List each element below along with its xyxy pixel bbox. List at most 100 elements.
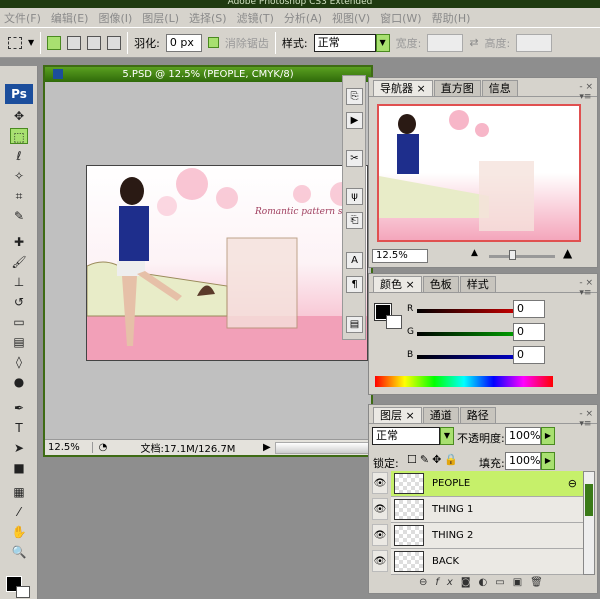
b-input[interactable]: 0	[513, 346, 545, 364]
tab-histogram[interactable]: 直方图	[433, 80, 481, 96]
pen-tool-icon[interactable]: ✒	[10, 400, 28, 416]
fill-input[interactable]: 100%	[505, 452, 541, 470]
panel-menu-icon[interactable]: - × ▾≡	[579, 409, 593, 429]
menu-file[interactable]: 文件(F)	[4, 10, 41, 26]
paragraph-icon[interactable]: ¶	[346, 276, 363, 293]
play-arrow-icon[interactable]: ▶	[263, 442, 275, 453]
marquee-preset-icon[interactable]	[8, 36, 22, 49]
feather-input[interactable]: 0 px	[165, 33, 202, 52]
r-input[interactable]: 0	[513, 300, 545, 318]
status-menu-icon[interactable]: ◔	[93, 442, 113, 453]
hand-tool-icon[interactable]: ✋	[10, 524, 28, 540]
intersect-selection-icon[interactable]	[107, 35, 122, 50]
layer-row-thing2[interactable]: THING 2	[391, 523, 587, 549]
gradient-tool-icon[interactable]: ▤	[10, 334, 28, 350]
zoom-tool-icon[interactable]: 🔍	[10, 544, 28, 560]
preset-dropdown-icon[interactable]: ▼	[28, 38, 34, 47]
clone-source-icon[interactable]: ⎗	[346, 212, 363, 229]
tab-styles[interactable]: 样式	[459, 276, 496, 292]
eyedropper-icon[interactable]: ⁄	[10, 504, 28, 520]
brushes-icon[interactable]: ψ	[346, 188, 363, 205]
subtract-selection-icon[interactable]	[87, 35, 102, 50]
path-select-icon[interactable]: ➤	[10, 440, 28, 456]
tab-channels[interactable]: 通道	[422, 407, 459, 423]
menu-select[interactable]: 选择(S)	[189, 10, 227, 26]
menu-analysis[interactable]: 分析(A)	[284, 10, 322, 26]
layers-scrollbar[interactable]	[583, 471, 595, 575]
background-swatch[interactable]	[386, 315, 402, 329]
width-label: 宽度:	[395, 36, 422, 50]
swap-icon[interactable]: ⇄	[469, 36, 478, 49]
tab-info[interactable]: 信息	[481, 80, 518, 96]
layer-actions-bar[interactable]: ⊖fx◙◐▭▣🗑	[419, 577, 551, 588]
opacity-arrow-icon[interactable]: ▶	[541, 427, 555, 445]
menu-window[interactable]: 窗口(W)	[380, 10, 421, 26]
zoom-out-icon[interactable]: ▲	[471, 248, 478, 258]
menu-image[interactable]: 图像(I)	[98, 10, 132, 26]
fill-arrow-icon[interactable]: ▶	[541, 452, 555, 470]
menu-edit[interactable]: 编辑(E)	[51, 10, 89, 26]
type-tool-icon[interactable]: T	[10, 420, 28, 436]
clone-stamp-icon[interactable]: ⊥	[10, 274, 28, 290]
tab-color[interactable]: 颜色 ×	[373, 276, 422, 292]
layer-row-people[interactable]: PEOPLE ⊖	[391, 471, 587, 497]
width-input[interactable]	[427, 33, 464, 52]
shape-tool-icon[interactable]: ■	[10, 460, 28, 476]
background-color-swatch[interactable]	[16, 586, 30, 598]
notes-tool-icon[interactable]: ▦	[10, 484, 28, 500]
visibility-eye-icon[interactable]: 👁	[372, 472, 388, 494]
add-selection-icon[interactable]	[67, 35, 82, 50]
magic-wand-icon[interactable]: ✧	[10, 168, 28, 184]
color-ramp[interactable]	[375, 376, 553, 387]
zoom-slider[interactable]	[489, 255, 555, 258]
visibility-eye-icon[interactable]: 👁	[372, 498, 388, 520]
slice-tool-icon[interactable]: ✎	[10, 208, 28, 224]
eraser-tool-icon[interactable]: ▭	[10, 314, 28, 330]
tool-presets-icon[interactable]: ✂	[346, 150, 363, 167]
zoom-slider-thumb[interactable]	[509, 250, 516, 260]
marquee-tool-icon[interactable]: ⬚	[10, 128, 28, 144]
scrollbar-thumb[interactable]	[585, 484, 593, 516]
zoom-field[interactable]: 12.5%	[45, 442, 93, 453]
g-input[interactable]: 0	[513, 323, 545, 341]
antialias-checkbox[interactable]	[207, 37, 219, 48]
menu-view[interactable]: 视图(V)	[332, 10, 370, 26]
visibility-eye-icon[interactable]: 👁	[372, 550, 388, 572]
history-brush-icon[interactable]: ↺	[10, 294, 28, 310]
zoom-in-icon[interactable]: ▲	[563, 246, 572, 260]
brush-tool-icon[interactable]: 🖌	[10, 254, 28, 270]
blur-tool-icon[interactable]: ◊	[10, 354, 28, 370]
horizontal-scrollbar[interactable]	[275, 441, 371, 454]
tab-layers[interactable]: 图层 ×	[373, 407, 422, 423]
navigator-preview[interactable]	[377, 104, 581, 242]
blend-mode-select[interactable]: 正常 ▼	[372, 427, 454, 445]
menu-help[interactable]: 帮助(H)	[432, 10, 471, 26]
layer-row-thing1[interactable]: THING 1	[391, 497, 587, 523]
lasso-tool-icon[interactable]: ℓ	[10, 148, 28, 164]
tab-paths[interactable]: 路径	[459, 407, 496, 423]
height-input[interactable]	[516, 33, 553, 52]
layer-comps-icon[interactable]: ▤	[346, 316, 363, 333]
style-select[interactable]: 正常 ▼	[313, 33, 390, 52]
history-icon[interactable]: ⎘	[346, 88, 363, 105]
image-canvas[interactable]: Romantic pattern style	[86, 165, 368, 361]
navigator-zoom-input[interactable]: 12.5%	[372, 249, 428, 263]
tab-swatches[interactable]: 色板	[422, 276, 459, 292]
healing-brush-icon[interactable]: ✚	[10, 234, 28, 250]
new-selection-icon[interactable]	[47, 35, 62, 50]
layer-row-back[interactable]: BACK	[391, 549, 587, 575]
lock-icons[interactable]: ☐✎✥🔒	[407, 453, 461, 466]
dodge-tool-icon[interactable]: ●	[10, 374, 28, 390]
move-tool-icon[interactable]: ✥	[10, 108, 28, 124]
menu-layer[interactable]: 图层(L)	[142, 10, 179, 26]
crop-tool-icon[interactable]: ⌗	[10, 188, 28, 204]
panel-menu-icon[interactable]: - × ▾≡	[579, 278, 593, 298]
opacity-input[interactable]: 100%	[505, 427, 541, 445]
tab-navigator[interactable]: 导航器 ×	[373, 80, 433, 96]
menu-filter[interactable]: 滤镜(T)	[237, 10, 274, 26]
actions-icon[interactable]: ▶	[346, 112, 363, 129]
character-icon[interactable]: A	[346, 252, 363, 269]
visibility-eye-icon[interactable]: 👁	[372, 524, 388, 546]
panel-menu-icon[interactable]: - × ▾≡	[579, 82, 593, 102]
document-title[interactable]: 5.PSD @ 12.5% (PEOPLE, CMYK/8)	[45, 67, 371, 82]
